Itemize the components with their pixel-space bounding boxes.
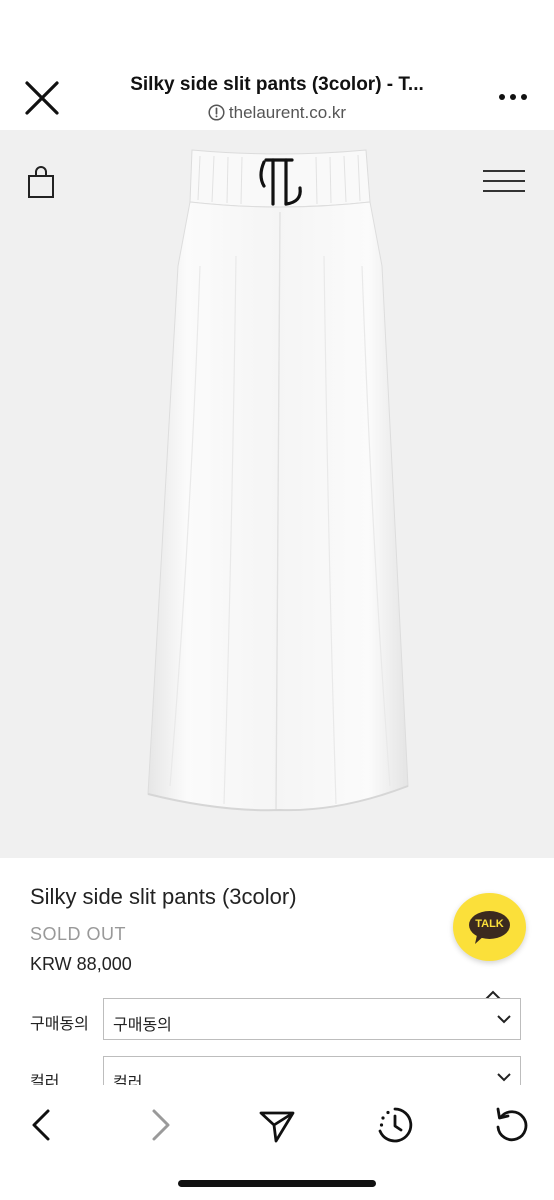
browser-header: Silky side slit pants (3color) - T... th… xyxy=(0,0,554,130)
forward-button[interactable] xyxy=(140,1105,180,1145)
chevron-down-icon xyxy=(497,1015,511,1024)
share-button[interactable] xyxy=(257,1105,297,1145)
close-icon xyxy=(25,81,59,115)
product-hero xyxy=(0,130,554,858)
hamburger-menu-icon xyxy=(483,170,525,192)
kakao-talk-label: TALK xyxy=(475,918,504,930)
reload-icon xyxy=(496,1107,528,1142)
menu-button[interactable] xyxy=(482,168,526,194)
chevron-left-icon xyxy=(32,1109,50,1141)
product-price: KRW 88,000 xyxy=(30,954,132,974)
agreement-select[interactable]: 구매동의 xyxy=(103,998,521,1040)
chevron-right-icon xyxy=(152,1109,170,1141)
product-image[interactable] xyxy=(140,146,420,836)
agreement-select-value: 구매동의 xyxy=(113,1017,172,1034)
close-button[interactable] xyxy=(22,78,62,118)
info-icon[interactable] xyxy=(208,104,225,126)
more-icon xyxy=(499,94,527,100)
sold-out-status: SOLD OUT xyxy=(30,924,127,944)
option-label-agreement: 구매동의 xyxy=(30,1016,89,1033)
chevron-down-icon xyxy=(497,1073,511,1082)
kakao-talk-button[interactable]: TALK xyxy=(453,893,526,961)
cart-button[interactable] xyxy=(26,164,56,200)
url-text: thelaurent.co.kr xyxy=(228,103,347,122)
back-button[interactable] xyxy=(22,1105,62,1145)
history-button[interactable] xyxy=(375,1105,415,1145)
history-icon xyxy=(378,1107,413,1143)
product-name: Silky side slit pants (3color) xyxy=(30,884,297,909)
send-icon xyxy=(259,1111,295,1143)
reload-button[interactable] xyxy=(492,1105,532,1145)
more-button[interactable] xyxy=(496,84,530,110)
chat-bubble-tail xyxy=(475,935,485,944)
url-display[interactable]: thelaurent.co.kr xyxy=(90,103,464,126)
home-indicator[interactable] xyxy=(178,1180,376,1187)
shopping-bag-icon xyxy=(28,166,54,198)
page-title: Silky side slit pants (3color) - T... xyxy=(130,74,424,95)
